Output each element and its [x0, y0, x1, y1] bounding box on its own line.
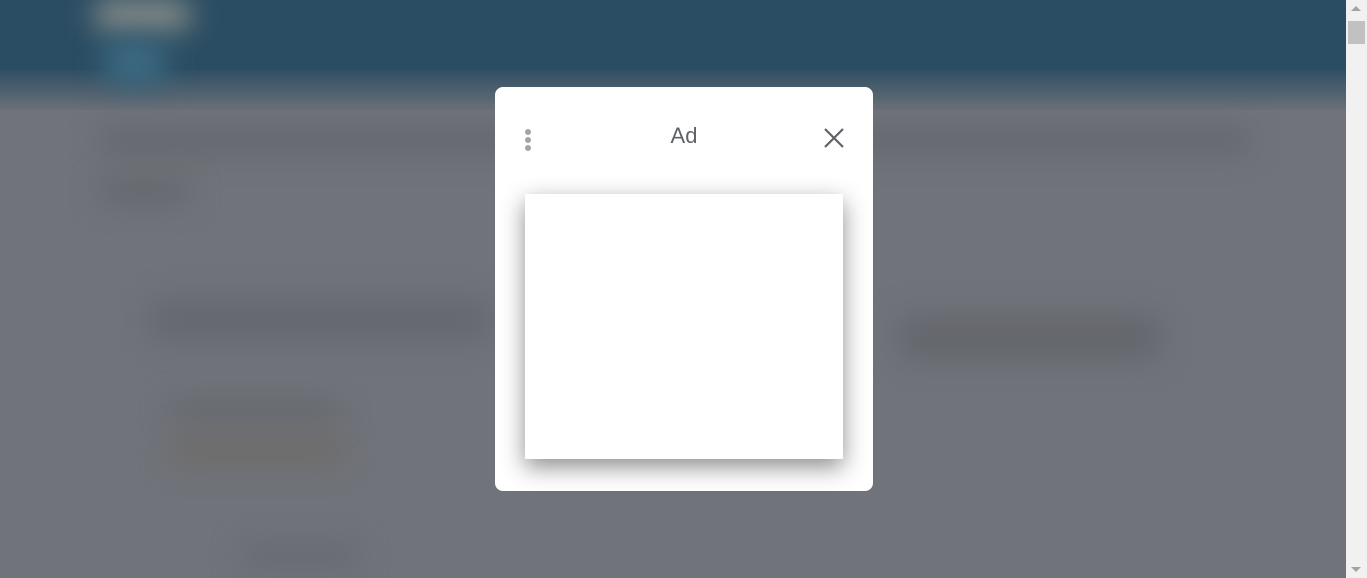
close-button[interactable]	[821, 125, 847, 151]
scroll-up-arrow-icon[interactable]	[1351, 6, 1361, 11]
vertical-scrollbar[interactable]	[1346, 0, 1367, 578]
blurred-button	[170, 400, 340, 420]
ad-content-frame[interactable]	[525, 194, 843, 459]
scrollbar-thumb[interactable]	[1348, 21, 1365, 44]
site-logo	[95, 0, 190, 30]
blurred-orange-button	[170, 435, 345, 465]
blurred-content-left	[150, 300, 490, 340]
close-icon	[824, 128, 844, 148]
blurred-subheading	[100, 180, 190, 202]
blurred-text-bottom	[240, 545, 360, 565]
modal-title: Ad	[670, 123, 698, 148]
ad-modal: Ad	[495, 87, 873, 491]
site-logo-mark	[105, 40, 165, 85]
blurred-content-right	[900, 315, 1160, 360]
scroll-down-arrow-icon[interactable]	[1351, 567, 1361, 572]
